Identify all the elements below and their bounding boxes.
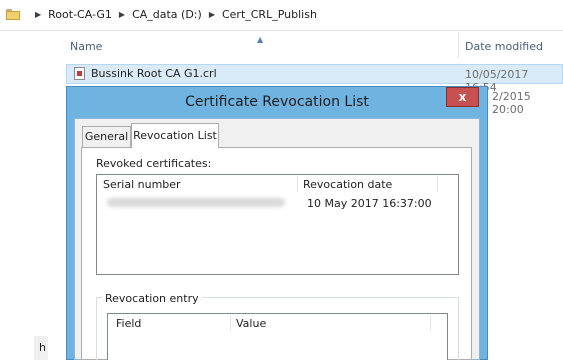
file-date-partial: 2/2015 20:00 <box>492 90 531 116</box>
file-name[interactable]: Bussink Root CA G1.crl <box>91 67 217 80</box>
sort-ascending-icon: ▲ <box>257 35 264 44</box>
dialog-title: Certificate Revocation List <box>185 94 369 110</box>
close-button[interactable]: x <box>446 87 479 107</box>
tab-revocation-list[interactable]: Revocation List <box>131 123 219 148</box>
crl-file-icon <box>74 67 85 80</box>
entry-header-divider[interactable] <box>430 315 431 331</box>
entry-header-divider[interactable] <box>230 315 231 331</box>
chevron-right-icon[interactable]: ▶ <box>209 10 215 19</box>
list-header-revocation-date[interactable]: Revocation date <box>303 178 392 191</box>
revoked-certificates-label: Revoked certificates: <box>96 157 212 170</box>
breadcrumb-root-ca[interactable]: Root-CA-G1 <box>48 8 112 21</box>
list-header-divider[interactable] <box>297 176 298 192</box>
entry-header-field[interactable]: Field <box>116 317 141 330</box>
revocation-date-cell[interactable]: 10 May 2017 16:37:00 <box>307 197 432 210</box>
column-name[interactable]: Name <box>70 40 102 53</box>
breadcrumb-cert-crl-publish[interactable]: Cert_CRL_Publish <box>222 8 317 21</box>
breadcrumb-ca-data[interactable]: CA_data (D:) <box>132 8 202 21</box>
chevron-right-icon[interactable]: ▶ <box>119 10 125 19</box>
revocation-entry-label: Revocation entry <box>102 292 202 305</box>
list-header-serial[interactable]: Serial number <box>103 178 181 191</box>
revocation-entry-list[interactable] <box>107 313 448 360</box>
serial-number-redacted[interactable] <box>107 198 285 207</box>
list-header-divider[interactable] <box>437 176 438 192</box>
breadcrumb: ▶ Root-CA-G1 ▶ CA_data (D:) ▶ Cert_CRL_P… <box>28 8 317 21</box>
tab-general[interactable]: General <box>82 126 131 148</box>
column-date-modified[interactable]: Date modified <box>465 40 543 53</box>
entry-header-value[interactable]: Value <box>236 317 266 330</box>
column-divider[interactable] <box>458 33 459 59</box>
chevron-right-icon[interactable]: ▶ <box>35 10 41 19</box>
folder-icon <box>6 9 20 20</box>
nav-pane-label: h <box>39 341 46 354</box>
